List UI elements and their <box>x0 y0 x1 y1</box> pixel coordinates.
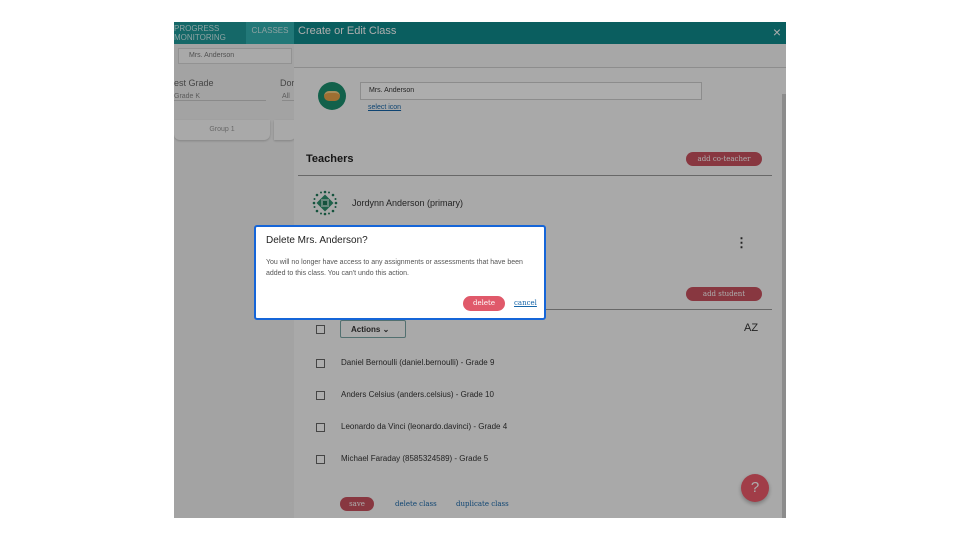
dialog-title: Delete Mrs. Anderson? <box>266 235 368 246</box>
app-frame: PROGRESS MONITORING CLASSES Mrs. Anderso… <box>174 22 786 518</box>
cancel-button[interactable]: cancel <box>514 299 537 307</box>
delete-confirm-dialog: Delete Mrs. Anderson? You will no longer… <box>254 225 546 320</box>
confirm-delete-button[interactable]: delete <box>463 296 505 311</box>
dialog-message: You will no longer have access to any as… <box>266 259 523 277</box>
